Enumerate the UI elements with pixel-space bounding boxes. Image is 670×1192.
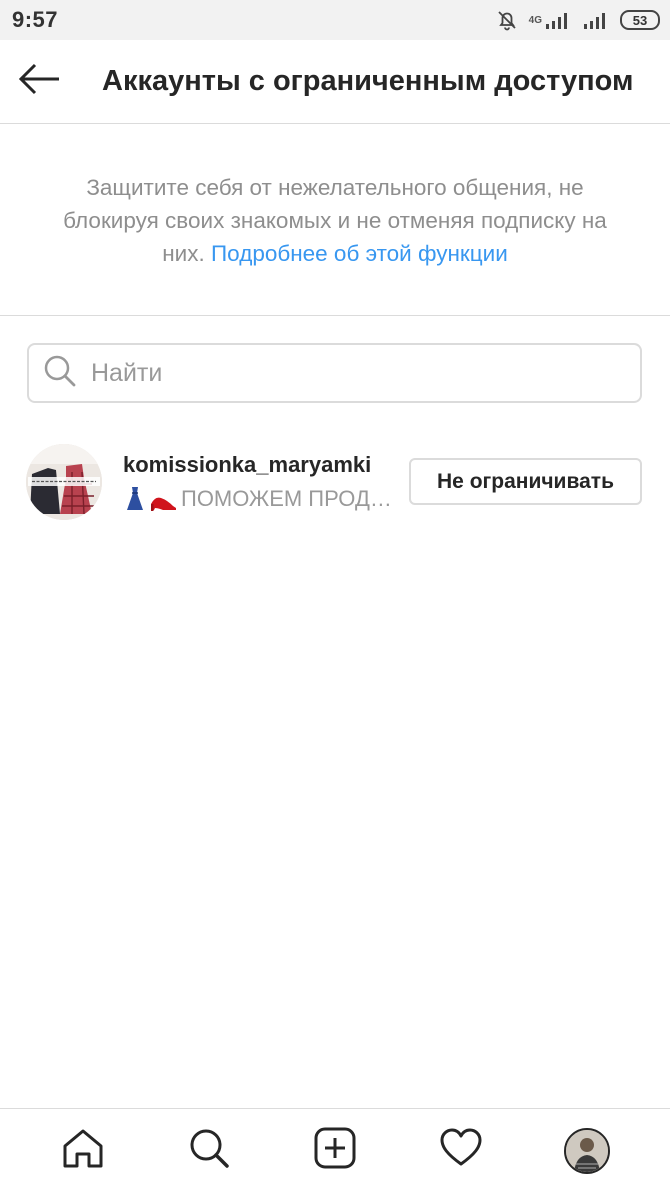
- add-post-icon: [313, 1126, 357, 1175]
- network-label: 4G: [528, 14, 542, 26]
- high-heel-icon: [149, 486, 179, 512]
- home-icon: [61, 1126, 105, 1175]
- status-bar: 9:57 4G 53: [0, 0, 670, 40]
- battery-level: 53: [632, 12, 648, 28]
- dress-icon: [123, 486, 147, 512]
- learn-more-link[interactable]: Подробнее об этой функции: [211, 241, 508, 266]
- search-icon: [187, 1126, 231, 1175]
- nav-add-post[interactable]: [300, 1116, 370, 1186]
- signal-icon: [582, 10, 610, 30]
- bio-text: ПОМОЖЕМ ПРОД…: [181, 486, 392, 511]
- heart-icon: [439, 1126, 483, 1175]
- account-bio: ПОМОЖЕМ ПРОД…: [123, 486, 403, 512]
- bottom-navigation: [0, 1108, 670, 1192]
- search-bar[interactable]: [27, 343, 642, 403]
- status-icons: 4G 53: [495, 8, 660, 32]
- description-text: Защитите себя от нежелательного общения,…: [55, 171, 615, 270]
- back-button[interactable]: [0, 40, 80, 124]
- bell-muted-icon: [495, 8, 519, 32]
- nav-home[interactable]: [48, 1116, 118, 1186]
- avatar[interactable]: [26, 444, 102, 520]
- account-info: komissionka_maryamki ПОМОЖЕМ ПРОД…: [123, 452, 403, 512]
- page-title: Аккаунты с ограниченным доступом: [102, 65, 634, 97]
- account-username[interactable]: komissionka_maryamki: [123, 452, 403, 478]
- battery-icon: 53: [620, 10, 660, 30]
- profile-avatar: [564, 1127, 610, 1174]
- list-item[interactable]: komissionka_maryamki ПОМОЖЕМ ПРОД… Не ог…: [0, 440, 670, 524]
- restricted-accounts-screen: 9:57 4G 53 Аккаунты с ограниченным досту…: [0, 0, 670, 1192]
- search-input[interactable]: [91, 358, 611, 388]
- feature-description: Защитите себя от нежелательного общения,…: [0, 125, 670, 316]
- unrestrict-button[interactable]: Не ограничивать: [409, 458, 642, 505]
- signal-icon: 4G: [529, 10, 572, 30]
- arrow-left-icon: [18, 63, 62, 100]
- status-time: 9:57: [12, 7, 59, 32]
- nav-activity[interactable]: [426, 1116, 496, 1186]
- nav-profile[interactable]: [552, 1116, 622, 1186]
- search-icon: [43, 354, 77, 393]
- header: Аккаунты с ограниченным доступом: [0, 40, 670, 124]
- nav-search[interactable]: [174, 1116, 244, 1186]
